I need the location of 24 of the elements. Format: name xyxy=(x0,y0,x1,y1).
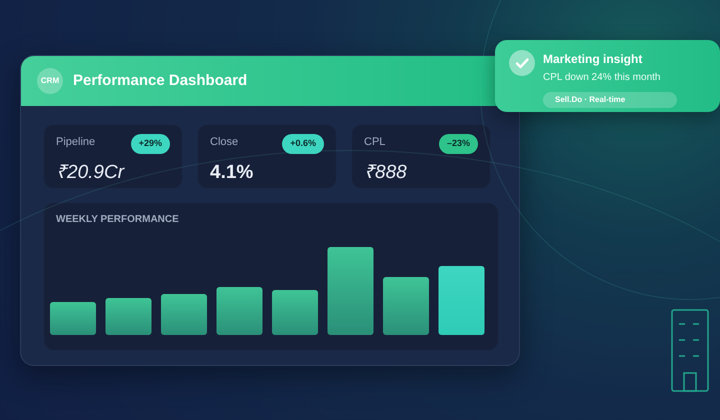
kpi-label: CPL xyxy=(364,135,386,150)
chart-bar xyxy=(216,287,262,335)
source-tag: Sell.Do · Real-time xyxy=(543,92,677,108)
kpi-value: ₹888 xyxy=(364,160,408,184)
kpi-label: Pipeline xyxy=(56,135,96,150)
kpi-label: Close xyxy=(210,135,238,150)
kpi-value: ₹20.9Cr xyxy=(56,160,126,184)
kpi-value: 4.1% xyxy=(210,160,254,184)
building-icon xyxy=(671,309,709,393)
check-icon xyxy=(509,50,535,76)
chart-bar xyxy=(106,298,152,335)
notification-title: Marketing insight xyxy=(543,51,644,68)
change-badge: –23% xyxy=(438,134,478,154)
chart-bar xyxy=(383,277,429,335)
chart-bar xyxy=(272,290,318,335)
chart-bar xyxy=(50,302,96,335)
change-badge: +29% xyxy=(130,134,170,154)
dashboard-title: Performance Dashboard xyxy=(73,70,248,91)
notification-message: CPL down 24% this month xyxy=(543,71,662,85)
chart-bar xyxy=(438,266,484,335)
chart-title: WEEKLY PERFORMANCE xyxy=(56,213,180,227)
logo-badge: CRM xyxy=(37,68,63,94)
change-badge: +0.6% xyxy=(282,134,324,154)
chart-bar xyxy=(161,294,207,335)
